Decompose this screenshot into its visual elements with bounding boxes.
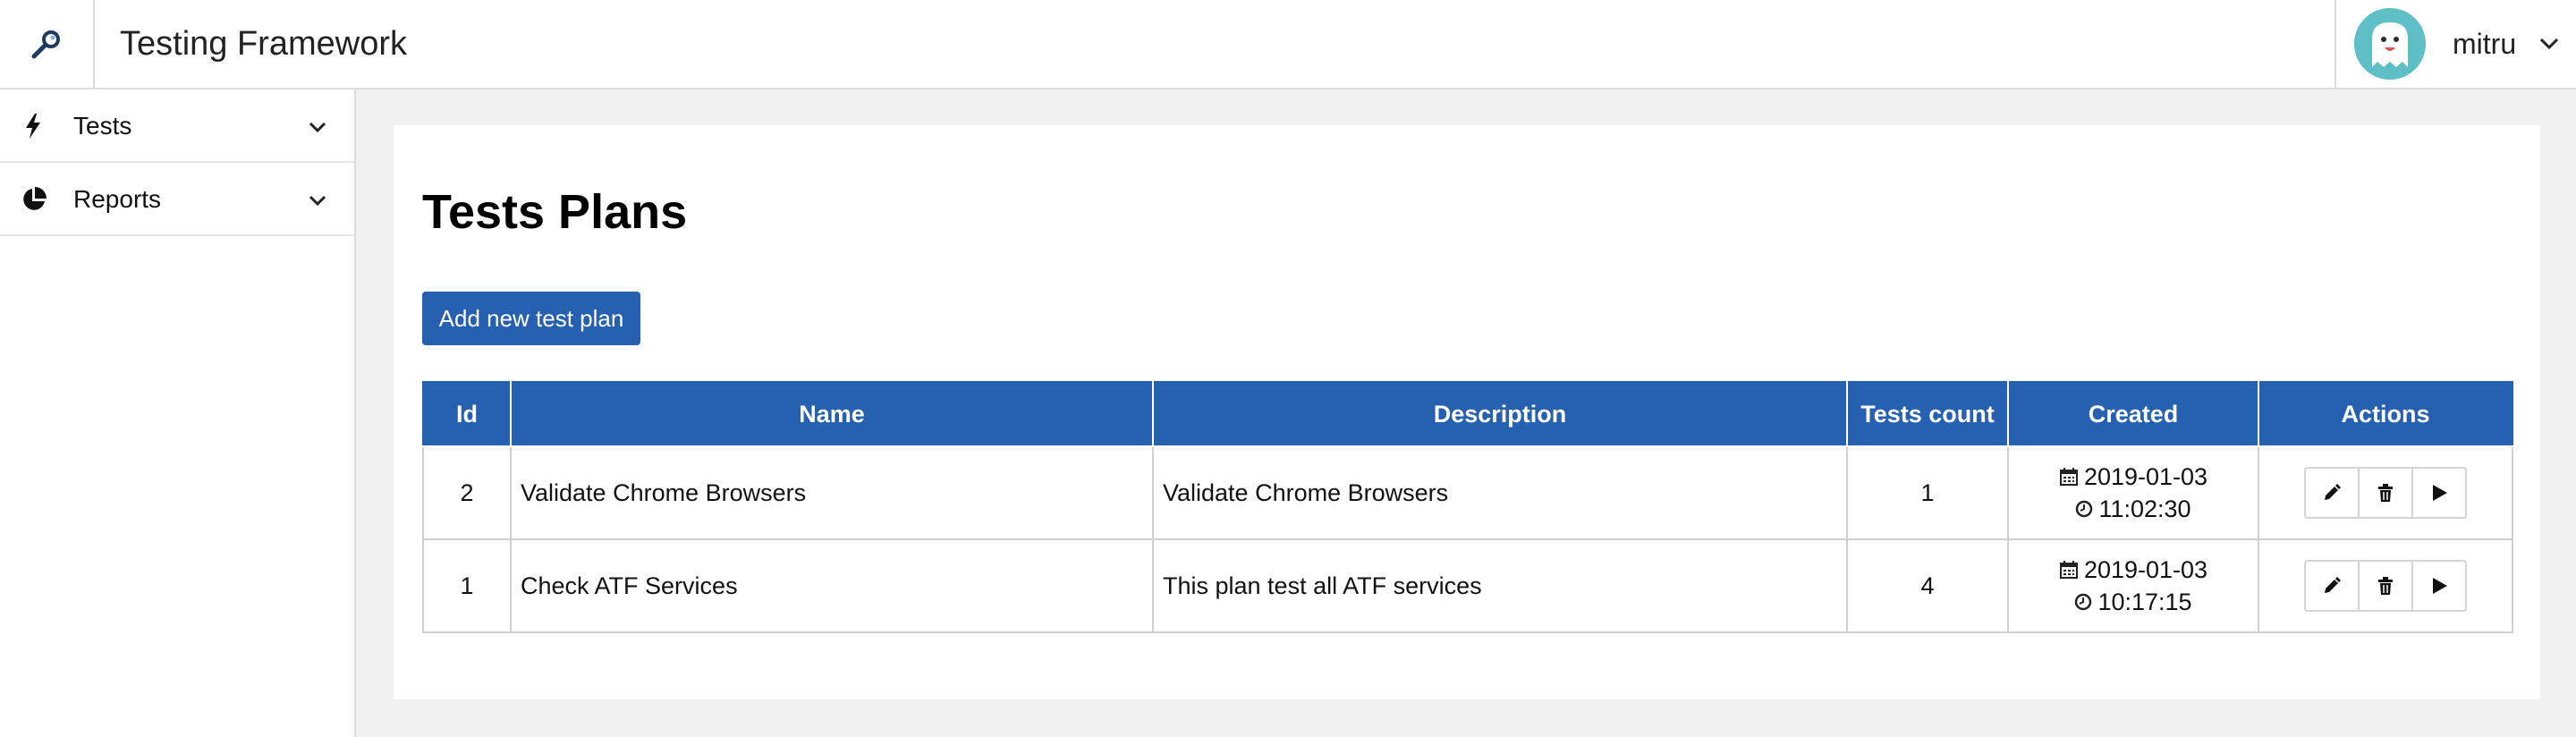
username[interactable]: mitru	[2453, 0, 2516, 88]
trash-icon	[2378, 577, 2393, 595]
created-date: 2019-01-03	[2083, 556, 2208, 583]
trash-icon	[2378, 484, 2393, 502]
content-card: Tests Plans Add new test plan Id Name De…	[394, 125, 2540, 699]
cell-actions	[2258, 445, 2513, 540]
cell-tests-count: 4	[1846, 538, 2009, 633]
cell-created: 2019-01-03 10:17:15	[2007, 538, 2259, 633]
play-icon	[2433, 578, 2447, 594]
cell-description: Validate Chrome Browsers	[1152, 445, 1848, 540]
clock-icon	[2075, 593, 2092, 611]
column-header-actions: Actions	[2258, 381, 2513, 447]
edit-button[interactable]	[2304, 560, 2360, 612]
sidebar-item-tests[interactable]: Tests	[0, 89, 354, 163]
delete-button[interactable]	[2358, 467, 2413, 519]
column-header-id[interactable]: Id	[422, 381, 512, 447]
user-menu[interactable]: mitru	[2334, 0, 2576, 88]
edit-button[interactable]	[2304, 467, 2360, 519]
table-row: 1 Check ATF Services This plan test all …	[422, 538, 2513, 633]
cell-name: Check ATF Services	[510, 538, 1154, 633]
created-date: 2019-01-03	[2083, 463, 2208, 490]
run-button[interactable]	[2411, 560, 2467, 612]
chevron-down-icon[interactable]	[2538, 32, 2561, 55]
cell-name: Validate Chrome Browsers	[510, 445, 1154, 540]
created-time: 11:02:30	[2098, 496, 2191, 522]
test-plans-table: Id Name Description Tests count Created …	[422, 381, 2513, 633]
created-time: 10:17:15	[2097, 589, 2192, 615]
calendar-icon	[2059, 561, 2078, 579]
pencil-icon	[2325, 484, 2341, 500]
delete-button[interactable]	[2358, 560, 2413, 612]
column-header-tests-count[interactable]: Tests count	[1846, 381, 2009, 447]
app-title: Testing Framework	[120, 25, 407, 63]
chevron-down-icon[interactable]	[308, 117, 327, 137]
cell-description: This plan test all ATF services	[1152, 538, 1848, 633]
sidebar-item-label: Tests	[73, 112, 132, 140]
clock-icon	[2076, 500, 2093, 518]
chevron-down-icon[interactable]	[308, 191, 327, 210]
cell-id: 1	[422, 538, 512, 633]
page-title: Tests Plans	[422, 185, 688, 239]
pencil-icon	[2325, 577, 2341, 593]
run-button[interactable]	[2411, 467, 2467, 519]
column-header-name[interactable]: Name	[510, 381, 1154, 447]
column-header-created[interactable]: Created	[2007, 381, 2259, 447]
cell-id: 2	[422, 445, 512, 540]
play-icon	[2433, 485, 2447, 501]
avatar[interactable]	[2354, 8, 2426, 80]
cell-created: 2019-01-03 11:02:30	[2007, 445, 2259, 540]
pie-chart-icon	[23, 187, 47, 210]
cell-actions	[2258, 538, 2513, 633]
sidebar: Tests Reports	[0, 89, 356, 737]
cell-tests-count: 1	[1846, 445, 2009, 540]
table-header-row: Id Name Description Tests count Created …	[422, 381, 2513, 447]
magnifier-icon	[31, 30, 60, 59]
bolt-icon	[26, 114, 40, 139]
add-test-plan-button[interactable]: Add new test plan	[422, 292, 640, 345]
sidebar-item-reports[interactable]: Reports	[0, 163, 354, 236]
brand-logo[interactable]	[0, 0, 95, 88]
ghost-face-icon	[2354, 8, 2426, 80]
table-row: 2 Validate Chrome Browsers Validate Chro…	[422, 445, 2513, 540]
top-bar: Testing Framework mitru	[0, 0, 2576, 89]
calendar-icon	[2059, 468, 2078, 486]
sidebar-item-label: Reports	[73, 185, 162, 213]
column-header-description[interactable]: Description	[1152, 381, 1848, 447]
